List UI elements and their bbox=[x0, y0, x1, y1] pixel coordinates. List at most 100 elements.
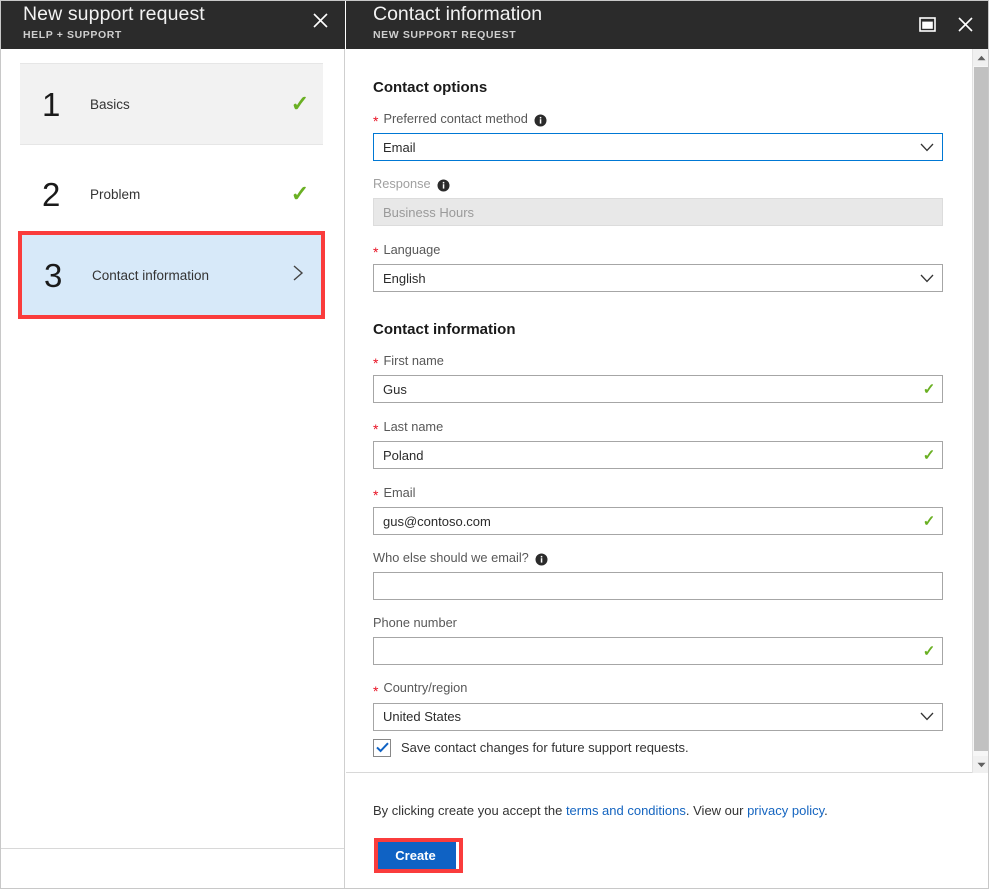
checkmark-icon: ✓ bbox=[922, 642, 936, 660]
label-text: Response bbox=[373, 176, 431, 192]
field-label: Phone number bbox=[373, 615, 948, 630]
field-label: Response bbox=[373, 176, 948, 192]
info-icon[interactable] bbox=[534, 114, 547, 127]
required-asterisk: * bbox=[373, 421, 379, 437]
label-text: Language bbox=[383, 241, 441, 257]
label-text: Who else should we email? bbox=[373, 550, 529, 566]
step-number: 2 bbox=[42, 175, 61, 213]
create-button[interactable]: Create bbox=[375, 842, 456, 869]
chevron-right-icon bbox=[292, 264, 304, 286]
label-text: First name bbox=[383, 352, 444, 368]
checkmark-icon bbox=[375, 742, 389, 753]
scroll-thumb[interactable] bbox=[974, 67, 988, 751]
required-asterisk: * bbox=[373, 487, 379, 503]
save-contact-changes-row[interactable]: Save contact changes for future support … bbox=[373, 738, 948, 757]
last-name-input[interactable]: Poland ✓ bbox=[373, 441, 943, 469]
input-value: Gus bbox=[383, 381, 407, 397]
close-icon[interactable] bbox=[305, 5, 335, 35]
save-contact-changes-checkbox[interactable] bbox=[373, 738, 391, 757]
field-phone-number: Phone number ✓ bbox=[373, 615, 948, 665]
step-label: Basics bbox=[90, 96, 130, 112]
step-label: Problem bbox=[90, 186, 141, 202]
input-value: gus@contoso.com bbox=[383, 513, 491, 529]
checkmark-icon: ✓ bbox=[290, 90, 310, 116]
label-text: Phone number bbox=[373, 615, 457, 630]
vertical-scrollbar[interactable] bbox=[972, 49, 988, 773]
response-value: Business Hours bbox=[383, 204, 475, 220]
contact-information-heading: Contact information bbox=[373, 321, 516, 338]
step-status: ✓ bbox=[277, 180, 323, 206]
dropdown-value: Email bbox=[383, 139, 416, 155]
field-label: * Email bbox=[373, 484, 948, 503]
field-additional-email: Who else should we email? bbox=[373, 550, 948, 600]
blade-footer: By clicking create you accept the terms … bbox=[346, 774, 988, 888]
label-text: Last name bbox=[383, 418, 444, 434]
field-preferred-contact-method: * Preferred contact method Email bbox=[373, 112, 948, 161]
info-icon[interactable] bbox=[437, 179, 450, 192]
required-asterisk: * bbox=[373, 355, 379, 371]
checkmark-icon: ✓ bbox=[290, 180, 310, 206]
scroll-down-arrow-icon[interactable] bbox=[973, 756, 988, 773]
scroll-up-arrow-icon[interactable] bbox=[973, 49, 988, 66]
right-blade-title: Contact information bbox=[373, 3, 543, 25]
required-asterisk: * bbox=[373, 244, 379, 260]
preferred-contact-method-dropdown[interactable]: Email bbox=[373, 133, 943, 161]
sidebar-step-contact-information[interactable]: 3 Contact information bbox=[22, 235, 321, 315]
terms-and-conditions-link[interactable]: terms and conditions bbox=[566, 803, 686, 818]
maximize-icon[interactable] bbox=[913, 10, 941, 38]
field-language: * Language English bbox=[373, 243, 948, 292]
step-label: Contact information bbox=[92, 267, 210, 283]
required-asterisk: * bbox=[373, 682, 379, 699]
label-text: Email bbox=[383, 484, 416, 500]
right-blade: Contact information NEW SUPPORT REQUEST … bbox=[346, 1, 988, 888]
right-blade-subtitle: NEW SUPPORT REQUEST bbox=[373, 29, 517, 41]
response-field: Business Hours bbox=[373, 198, 943, 226]
input-value: Poland bbox=[383, 447, 424, 463]
left-blade: New support request HELP + SUPPORT 1 Bas… bbox=[1, 1, 345, 888]
info-icon[interactable] bbox=[535, 553, 548, 566]
close-icon[interactable] bbox=[951, 10, 979, 38]
label-text: Country/region bbox=[383, 680, 468, 696]
required-asterisk: * bbox=[373, 113, 379, 129]
privacy-policy-link[interactable]: privacy policy bbox=[747, 803, 824, 818]
field-label: * Preferred contact method bbox=[373, 112, 948, 129]
left-blade-title: New support request bbox=[23, 3, 205, 25]
contact-form: Contact options * Preferred contact meth… bbox=[373, 49, 948, 772]
left-blade-header: New support request HELP + SUPPORT bbox=[1, 1, 345, 49]
step-status bbox=[275, 264, 321, 287]
chevron-down-icon[interactable] bbox=[912, 274, 942, 283]
field-label: * First name bbox=[373, 352, 948, 371]
field-last-name: * Last name Poland ✓ bbox=[373, 420, 948, 469]
terms-prefix: By clicking create you accept the bbox=[373, 803, 566, 818]
checkmark-icon: ✓ bbox=[922, 513, 936, 530]
step-status: ✓ bbox=[277, 90, 323, 116]
field-label: Who else should we email? bbox=[373, 550, 948, 566]
chevron-down-icon[interactable] bbox=[912, 143, 942, 152]
field-label: * Last name bbox=[373, 418, 948, 437]
phone-number-input[interactable]: ✓ bbox=[373, 636, 943, 665]
left-blade-subtitle: HELP + SUPPORT bbox=[23, 29, 122, 41]
sidebar-step-problem[interactable]: 2 Problem ✓ bbox=[20, 153, 323, 235]
sidebar-step-basics[interactable]: 1 Basics ✓ bbox=[20, 63, 323, 145]
terms-suffix: . bbox=[824, 803, 828, 818]
additional-email-input[interactable] bbox=[373, 572, 943, 600]
field-label: * Language bbox=[373, 241, 948, 260]
left-blade-divider bbox=[1, 848, 344, 849]
support-request-window: New support request HELP + SUPPORT 1 Bas… bbox=[0, 0, 989, 889]
terms-text: By clicking create you accept the terms … bbox=[373, 803, 828, 818]
field-first-name: * First name Gus ✓ bbox=[373, 354, 948, 403]
form-scroll-region: Contact options * Preferred contact meth… bbox=[346, 49, 988, 773]
field-label: * Country/region bbox=[373, 680, 948, 699]
dropdown-value: English bbox=[383, 270, 426, 286]
field-response: Response Business Hours bbox=[373, 176, 948, 226]
country-region-dropdown[interactable]: United States bbox=[373, 702, 943, 731]
checkmark-icon: ✓ bbox=[922, 381, 936, 398]
step-number: 3 bbox=[44, 256, 63, 294]
email-input[interactable]: gus@contoso.com ✓ bbox=[373, 507, 943, 535]
step-number: 1 bbox=[42, 85, 61, 123]
field-email: * Email gus@contoso.com ✓ bbox=[373, 486, 948, 535]
chevron-down-icon[interactable] bbox=[912, 712, 942, 721]
first-name-input[interactable]: Gus ✓ bbox=[373, 375, 943, 403]
field-country-region: * Country/region United States bbox=[373, 682, 948, 731]
language-dropdown[interactable]: English bbox=[373, 264, 943, 292]
